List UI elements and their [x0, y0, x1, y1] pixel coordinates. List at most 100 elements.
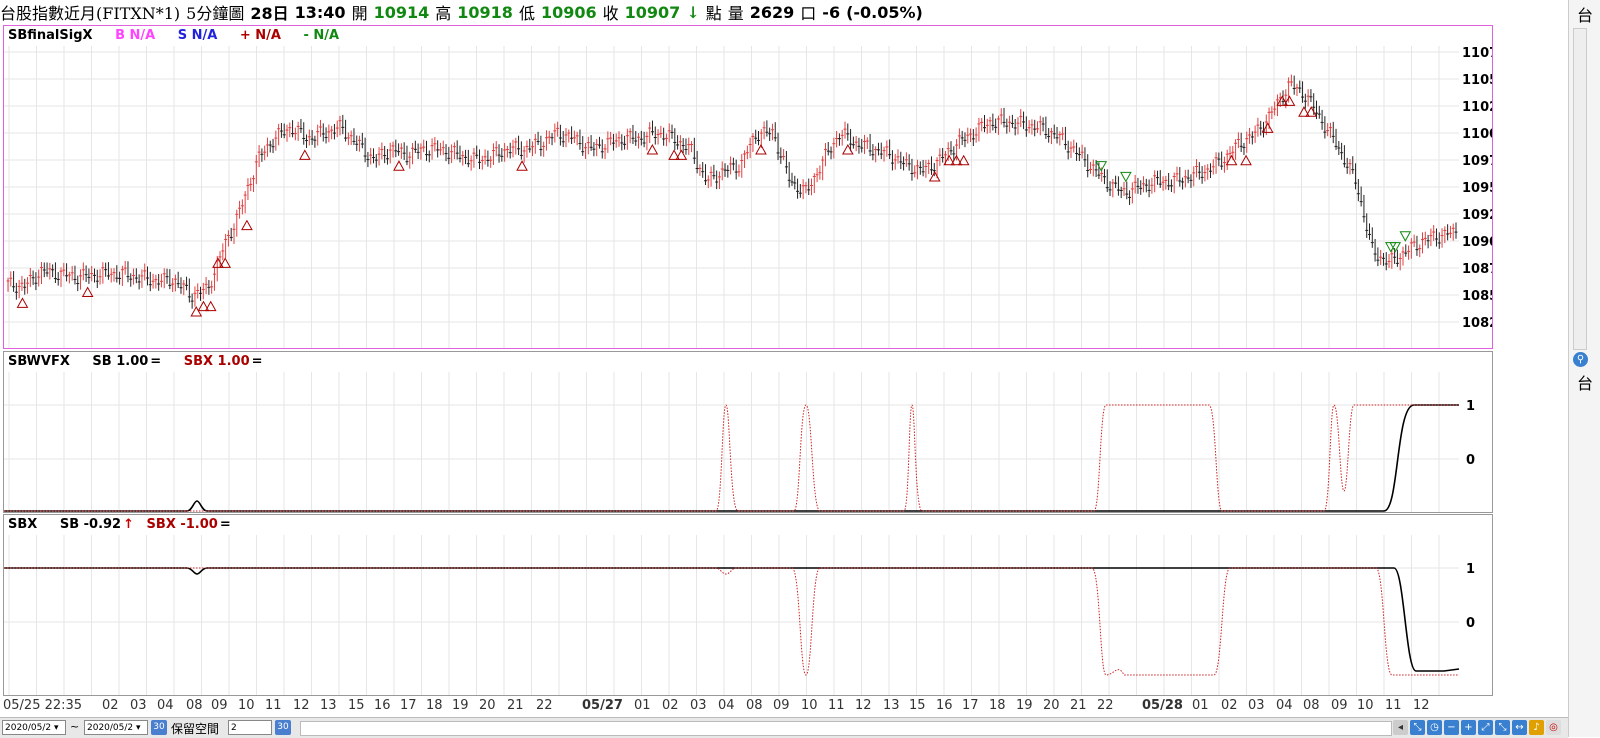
- time-axis-label: 08: [746, 698, 763, 713]
- vertical-scrollbar[interactable]: [1573, 28, 1587, 350]
- price-axis-tick: 11000: [1462, 127, 1492, 142]
- volume-value: 2629: [749, 2, 795, 22]
- panel2-sbx-value: SBX 1.00: [183, 354, 250, 369]
- price-axis-tick: 10875: [1462, 262, 1492, 277]
- panel3-axis-tick: 1: [1466, 562, 1475, 577]
- time-axis-label: 11: [265, 698, 282, 713]
- price-axis-tick: 11050: [1462, 73, 1492, 88]
- panel1-legend: SBfinalSigX B N/A S N/A + N/A - N/A: [8, 28, 357, 43]
- quote-time: 13:40: [294, 2, 346, 22]
- period-30-button-2[interactable]: 30: [275, 720, 291, 735]
- price-chart-panel[interactable]: 11075 11050 11025 11000 10975 10950 10925 10900…: [3, 25, 1493, 349]
- time-axis-label: 03: [690, 698, 707, 713]
- buy-signal-triangle: [841, 143, 854, 155]
- sbwvfx-panel[interactable]: 10 SBWVFX SB 1.00 = SBX 1.00 =: [3, 351, 1493, 513]
- time-axis-label: 13: [883, 698, 900, 713]
- period-label: 5分鐘圖: [186, 4, 245, 23]
- time-axis-label: 09: [1331, 698, 1348, 713]
- time-axis-label: 17: [962, 698, 979, 713]
- price-axis-tick: 10825: [1462, 316, 1492, 331]
- time-axis-label: 18: [426, 698, 443, 713]
- panel3-sbx-value: SBX -1.00: [146, 517, 218, 532]
- time-axis-label: 03: [1248, 698, 1265, 713]
- time-axis-label: 15: [909, 698, 926, 713]
- time-axis-label: 22: [536, 698, 553, 713]
- scroll-left-icon[interactable]: ◂: [1393, 720, 1408, 735]
- panel3-sb-value: SB -0.92: [59, 517, 122, 532]
- panel1-indicator-name: SBfinalSigX: [8, 28, 93, 43]
- zoom-in-icon[interactable]: +: [1461, 720, 1476, 735]
- panel2-eq2: =: [251, 354, 263, 369]
- sell-signal-triangle: [1120, 171, 1132, 183]
- end-date-value: 2020/05/2: [87, 723, 134, 733]
- side-tab-top[interactable]: 台: [1577, 2, 1593, 26]
- time-axis-label: 21: [1070, 698, 1087, 713]
- sbx-panel[interactable]: 10 SBX SB -0.92 ↑ SBX -1.00 =: [3, 514, 1493, 696]
- panel2-indicator-name: SBWVFX: [8, 354, 70, 369]
- time-axis-label: 04: [718, 698, 735, 713]
- panel2-legend: SBWVFX SB 1.00 = SBX 1.00 =: [8, 354, 281, 369]
- time-axis-label: 08: [186, 698, 203, 713]
- expand-icon[interactable]: ⤢: [1478, 720, 1493, 735]
- buy-signal-triangle: [241, 219, 253, 231]
- time-axis-label: 11: [828, 698, 845, 713]
- bell-icon[interactable]: ♪: [1529, 720, 1544, 735]
- time-axis-label: 04: [1276, 698, 1293, 713]
- right-side-panel: 台 ⚲ 台: [1568, 0, 1600, 737]
- price-axis-tick: 10850: [1462, 289, 1492, 304]
- time-axis-label: 15: [348, 698, 365, 713]
- time-axis-label: 02: [1221, 698, 1238, 713]
- up-arrow-icon: ↑: [123, 517, 135, 532]
- keep-space-input[interactable]: 2: [228, 720, 272, 735]
- restore-icon[interactable]: ↔: [1512, 720, 1527, 735]
- horizontal-scrollbar[interactable]: [300, 721, 1392, 736]
- time-axis-label: 16: [936, 698, 953, 713]
- zoom-fit-icon[interactable]: ⤡: [1410, 720, 1425, 735]
- time-axis-label: 05/25 22:35: [3, 698, 83, 713]
- time-axis-label: 13: [320, 698, 337, 713]
- collapse-icon[interactable]: ⤡: [1495, 720, 1510, 735]
- end-date-select[interactable]: 2020/05/2 ▾: [84, 720, 148, 735]
- search-icon[interactable]: ⚲: [1573, 352, 1588, 367]
- panel1-minus-value: - N/A: [303, 28, 340, 43]
- sbx-line: [4, 404, 1459, 512]
- panel3-indicator-name: SBX: [8, 517, 38, 532]
- zoom-out-icon[interactable]: −: [1444, 720, 1459, 735]
- sell-signal-triangle: [1399, 231, 1412, 242]
- buy-signal-triangle: [16, 297, 29, 308]
- time-axis-label: 02: [102, 698, 119, 713]
- time-axis-label: 20: [479, 698, 496, 713]
- keep-space-label: 保留空間: [171, 722, 220, 736]
- start-date-select[interactable]: 2020/05/2 ▾: [2, 720, 66, 735]
- time-axis-label: 12: [1413, 698, 1430, 713]
- panel2-sb-value: SB 1.00: [92, 354, 149, 369]
- time-axis-label: 04: [157, 698, 174, 713]
- time-axis-label: 10: [1357, 698, 1374, 713]
- sbx-chart-svg: 10: [4, 535, 1475, 695]
- panel2-axis-tick: 0: [1466, 453, 1475, 468]
- clock-icon[interactable]: ◷: [1427, 720, 1442, 735]
- buy-signal-triangle: [646, 143, 659, 155]
- panel1-s-value: S N/A: [177, 28, 218, 43]
- time-axis-label: 02: [662, 698, 679, 713]
- change-percent: (-0.05%): [846, 2, 923, 22]
- buy-signal-triangle: [298, 149, 311, 160]
- close-label: 收: [602, 4, 619, 23]
- quote-date: 28日: [250, 4, 289, 23]
- volume-label: 量: [727, 4, 744, 23]
- time-axis-label: 10: [238, 698, 255, 713]
- panel3-eq: =: [219, 517, 231, 532]
- buy-signal-triangle: [516, 160, 528, 171]
- panel1-plus-value: + N/A: [239, 28, 281, 43]
- price-axis-tick: 10975: [1462, 154, 1492, 169]
- panel1-b-value: B N/A: [115, 28, 156, 43]
- side-tab-mid[interactable]: 台: [1577, 370, 1593, 394]
- panel2-eq: =: [150, 354, 162, 369]
- period-30-button[interactable]: 30: [151, 720, 167, 735]
- price-axis-tick: 10925: [1462, 208, 1492, 223]
- panel3-legend: SBX SB -0.92 ↑ SBX -1.00 =: [8, 517, 249, 532]
- sbwvfx-chart-svg: 10: [4, 372, 1475, 512]
- time-axis-label: 05/28: [1142, 698, 1183, 713]
- settings-icon[interactable]: ◎: [1546, 720, 1561, 735]
- time-axis-label: 05/27: [582, 698, 623, 713]
